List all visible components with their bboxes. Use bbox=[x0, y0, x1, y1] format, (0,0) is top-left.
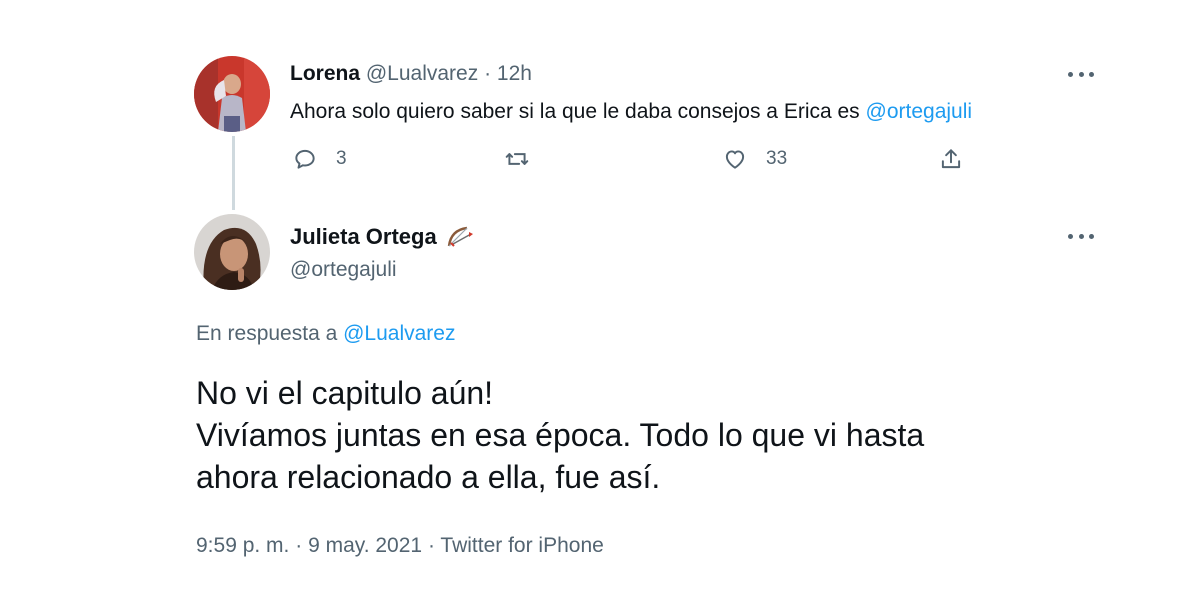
reply-header: Julieta Ortega bbox=[290, 224, 475, 250]
thread-connector-line bbox=[232, 136, 235, 210]
dot bbox=[1078, 71, 1084, 77]
reply-text-line: No vi el capitulo aún! bbox=[196, 375, 494, 411]
dot bbox=[1089, 71, 1094, 77]
meta-separator: · bbox=[427, 534, 435, 557]
retweet-button[interactable] bbox=[504, 146, 530, 172]
bow-and-arrow-emoji-icon bbox=[447, 226, 473, 247]
parent-mention-link[interactable]: @ortegajuli bbox=[866, 100, 973, 123]
dot bbox=[1078, 233, 1084, 239]
tweet-meta: 9:59 p. m. · 9 may. 2021 · Twitter for i… bbox=[196, 534, 604, 558]
parent-text-body: Ahora solo quiero saber si la que le dab… bbox=[290, 100, 866, 123]
reply-display-name[interactable]: Julieta Ortega bbox=[290, 224, 437, 250]
retweet-icon bbox=[505, 153, 529, 165]
tweet-date[interactable]: 9 may. 2021 bbox=[308, 534, 422, 557]
julieta-avatar-image bbox=[194, 214, 270, 290]
heart-icon bbox=[725, 150, 745, 169]
dot bbox=[1068, 71, 1073, 77]
share-icon bbox=[941, 149, 961, 169]
tweet-time[interactable]: 9:59 p. m. bbox=[196, 534, 289, 557]
tweet-thread: Lorena @Lualvarez · 12h Ahora solo quier… bbox=[0, 0, 1200, 600]
reply-count: 3 bbox=[336, 148, 347, 169]
more-dots-icon[interactable] bbox=[1068, 70, 1094, 78]
in-reply-prefix: En respuesta a bbox=[196, 322, 344, 345]
dot bbox=[1068, 233, 1073, 239]
lorena-avatar[interactable] bbox=[194, 56, 270, 132]
meta-separator: · bbox=[295, 534, 303, 557]
parent-separator: · bbox=[484, 62, 492, 85]
in-reply-to: En respuesta a @Lualvarez bbox=[196, 322, 455, 346]
like-count: 33 bbox=[766, 148, 788, 169]
parent-handle[interactable]: @Lualvarez bbox=[366, 62, 478, 85]
reply-text-line: Vivíamos juntas en esa época. Todo lo qu… bbox=[196, 417, 925, 453]
in-reply-mention-link[interactable]: @Lualvarez bbox=[343, 322, 455, 345]
reply-tweet-text: No vi el capitulo aún! Vivíamos juntas e… bbox=[196, 372, 1096, 498]
tweet-source[interactable]: Twitter for iPhone bbox=[440, 534, 603, 557]
share-button[interactable] bbox=[938, 146, 964, 172]
like-button[interactable]: 33 bbox=[722, 146, 787, 172]
parent-time[interactable]: 12h bbox=[497, 62, 532, 85]
julieta-avatar[interactable] bbox=[194, 214, 270, 290]
reply-handle[interactable]: @ortegajuli bbox=[290, 258, 397, 282]
reply-bubble-icon bbox=[295, 149, 315, 169]
dot bbox=[1089, 233, 1094, 239]
reply-button[interactable]: 3 bbox=[292, 146, 347, 172]
parent-display-name[interactable]: Lorena bbox=[290, 62, 360, 85]
parent-tweet-header: Lorena @Lualvarez · 12h bbox=[290, 62, 532, 86]
more-dots-icon[interactable] bbox=[1068, 232, 1094, 240]
reply-text-line: ahora relacionado a ella, fue así. bbox=[196, 459, 661, 495]
parent-tweet-text: Ahora solo quiero saber si la que le dab… bbox=[290, 100, 972, 124]
lorena-avatar-image bbox=[194, 56, 270, 132]
